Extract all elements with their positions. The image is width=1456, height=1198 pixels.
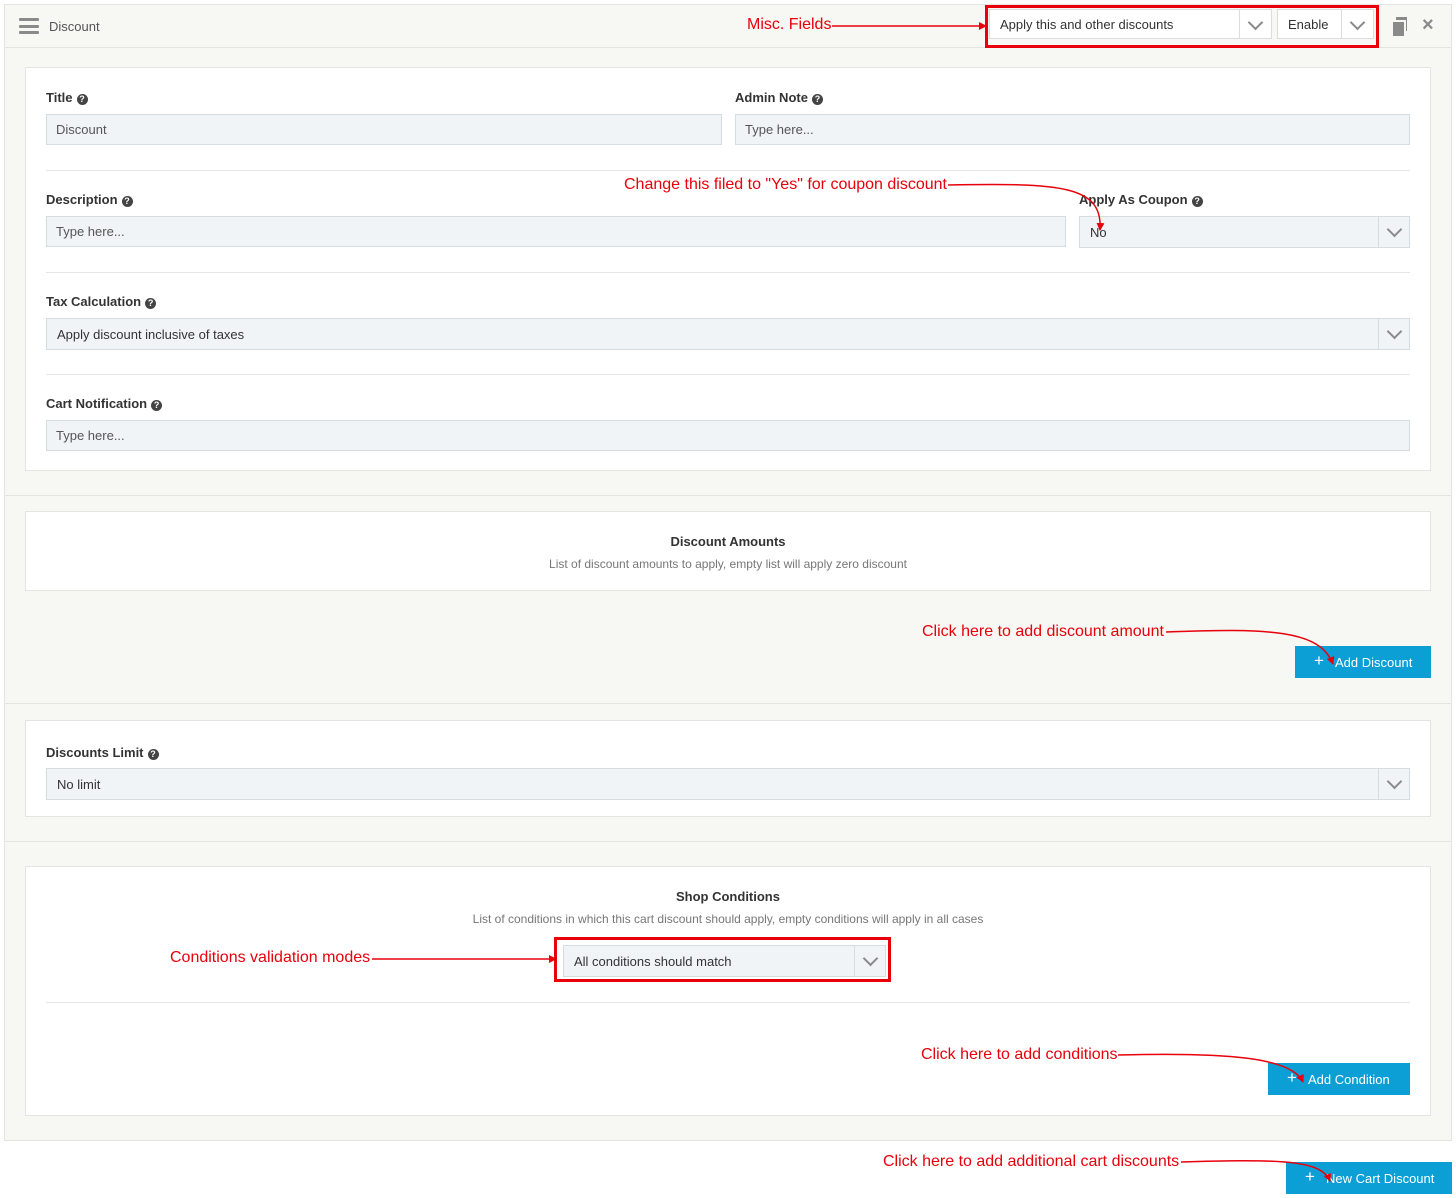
- limit-select[interactable]: No limit: [46, 768, 1410, 800]
- coupon-value: No: [1090, 225, 1107, 240]
- title-input[interactable]: Discount: [46, 114, 722, 145]
- notification-input[interactable]: Type here...: [46, 420, 1410, 451]
- new-cart-discount-button[interactable]: + New Cart Discount: [1286, 1162, 1452, 1194]
- chevron-down-icon: [1378, 217, 1409, 247]
- close-icon[interactable]: ×: [1422, 15, 1438, 35]
- limit-value: No limit: [57, 777, 101, 792]
- misc-fields-highlight: [985, 5, 1379, 48]
- annotation-add-cart-discount: Click here to add additional cart discou…: [883, 1153, 1180, 1170]
- divider: [46, 272, 1410, 273]
- general-settings-card: Title? Discount Admin Note? Type here...…: [25, 67, 1431, 471]
- help-icon[interactable]: ?: [151, 400, 163, 411]
- add-condition-button[interactable]: + Add Condition: [1268, 1063, 1410, 1095]
- plus-icon: +: [1287, 1068, 1297, 1087]
- plus-icon: +: [1314, 651, 1324, 670]
- tax-label: Tax Calculation?: [46, 294, 157, 309]
- copy-icon[interactable]: [1393, 17, 1409, 36]
- help-icon[interactable]: ?: [811, 94, 823, 105]
- discount-amounts-card: Discount Amounts List of discount amount…: [25, 511, 1431, 591]
- plus-icon: +: [1305, 1167, 1315, 1186]
- annotation-coupon: Change this filed to "Yes" for coupon di…: [624, 176, 947, 193]
- add-discount-label: Add Discount: [1335, 655, 1413, 670]
- shop-conditions-title: Shop Conditions: [676, 889, 780, 904]
- notification-label: Cart Notification?: [46, 396, 163, 411]
- annotation-validation: Conditions validation modes: [170, 949, 371, 966]
- coupon-label: Apply As Coupon?: [1079, 192, 1203, 207]
- chevron-down-icon: [1378, 769, 1409, 799]
- section-divider: [5, 495, 1451, 496]
- limit-label: Discounts Limit?: [46, 745, 159, 760]
- description-input[interactable]: Type here...: [46, 216, 1066, 247]
- shop-conditions-card: Shop Conditions List of conditions in wh…: [25, 866, 1431, 1116]
- annotation-misc: Misc. Fields: [747, 16, 832, 33]
- description-label: Description?: [46, 192, 133, 207]
- discount-amounts-subtitle: List of discount amounts to apply, empty…: [549, 557, 907, 571]
- shop-conditions-subtitle: List of conditions in which this cart di…: [472, 912, 984, 926]
- section-divider: [5, 703, 1451, 704]
- discount-amounts-title: Discount Amounts: [670, 534, 786, 549]
- help-icon[interactable]: ?: [121, 196, 133, 207]
- help-icon[interactable]: ?: [147, 749, 159, 760]
- help-icon[interactable]: ?: [76, 94, 88, 105]
- admin-note-label: Admin Note?: [735, 90, 823, 105]
- admin-note-input[interactable]: Type here...: [735, 114, 1410, 145]
- hamburger-icon[interactable]: [19, 18, 39, 34]
- divider: [46, 170, 1410, 171]
- divider: [46, 1002, 1410, 1003]
- conditions-mode-highlight: [554, 937, 891, 982]
- title-label: Title?: [46, 90, 88, 105]
- tax-select[interactable]: Apply discount inclusive of taxes: [46, 318, 1410, 350]
- section-divider: [5, 841, 1451, 842]
- add-discount-button[interactable]: + Add Discount: [1295, 646, 1431, 678]
- annotation-add-conditions: Click here to add conditions: [921, 1046, 1118, 1063]
- tax-value: Apply discount inclusive of taxes: [57, 327, 245, 342]
- annotation-add-amount: Click here to add discount amount: [922, 623, 1164, 640]
- coupon-select[interactable]: No: [1079, 216, 1410, 248]
- new-cart-discount-label: New Cart Discount: [1326, 1171, 1435, 1186]
- help-icon[interactable]: ?: [145, 298, 157, 309]
- chevron-down-icon: [1378, 319, 1409, 349]
- panel-title: Discount: [49, 19, 100, 34]
- help-icon[interactable]: ?: [1191, 196, 1203, 207]
- divider: [46, 374, 1410, 375]
- add-condition-label: Add Condition: [1308, 1072, 1390, 1087]
- discounts-limit-card: Discounts Limit? No limit: [25, 720, 1431, 817]
